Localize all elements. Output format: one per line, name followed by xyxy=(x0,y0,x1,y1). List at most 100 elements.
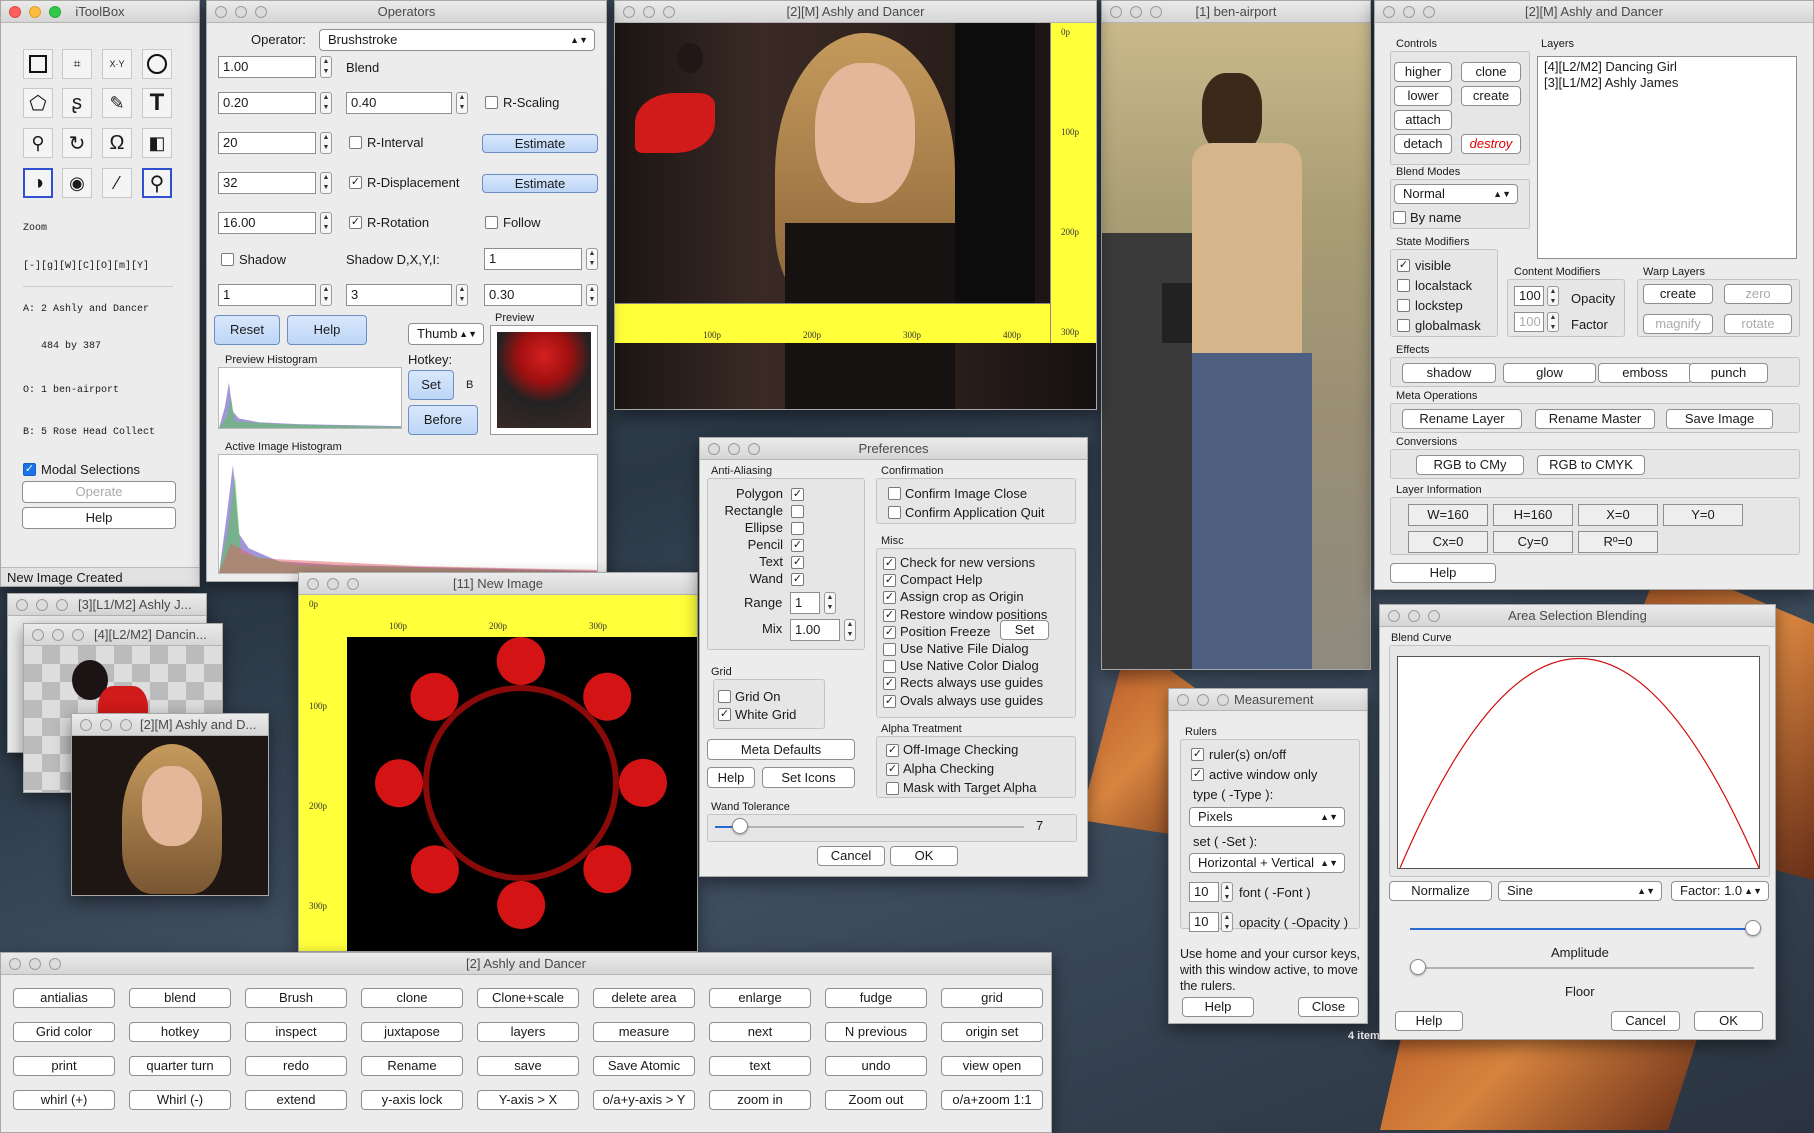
command-button[interactable]: grid xyxy=(941,988,1043,1008)
font-size-input[interactable]: 10 xyxy=(1189,882,1219,902)
command-button[interactable]: view open xyxy=(941,1056,1043,1076)
normalize-button[interactable]: Normalize xyxy=(1389,881,1492,901)
rose-canvas[interactable] xyxy=(347,637,697,951)
vertical-ruler[interactable] xyxy=(1050,23,1096,343)
ashly-main-window[interactable]: [2][M] Ashly and Dancer 100p 200p 300p 4… xyxy=(614,0,1097,410)
aa-rectangle-checkbox[interactable] xyxy=(791,505,804,518)
zoom-dot[interactable] xyxy=(49,6,61,18)
emboss-effect-button[interactable]: emboss xyxy=(1598,363,1692,383)
area-selection-blending-window[interactable]: Area Selection Blending Blend Curve Norm… xyxy=(1379,604,1776,1040)
shadow-x-input[interactable]: 3 xyxy=(346,284,452,306)
minimize-dot[interactable] xyxy=(728,443,740,455)
command-button[interactable]: extend xyxy=(245,1090,347,1110)
command-button[interactable]: fudge xyxy=(825,988,927,1008)
layer-item[interactable]: [4][L2/M2] Dancing Girl xyxy=(1538,59,1796,75)
detach-button[interactable]: detach xyxy=(1394,134,1452,154)
opacity-input[interactable]: 100 xyxy=(1514,286,1544,306)
close-dot[interactable] xyxy=(16,599,28,611)
shadow-d-stepper[interactable]: ▲ ▼ xyxy=(320,284,332,306)
r-displacement-checkbox[interactable]: ✓ xyxy=(349,176,362,189)
titlebar[interactable]: [2][M] Ashly and Dancer xyxy=(615,1,1096,23)
command-button[interactable]: clone xyxy=(361,988,463,1008)
eyedropper-icon[interactable]: ⁄ xyxy=(102,168,132,198)
shadow-y-stepper[interactable]: ▲ ▼ xyxy=(586,284,598,306)
shadow-x-stepper[interactable]: ▲ ▼ xyxy=(456,284,468,306)
displacement-stepper[interactable]: ▲ ▼ xyxy=(320,172,332,194)
misc-checkbox[interactable]: ✓ xyxy=(883,608,896,622)
command-button[interactable]: save xyxy=(477,1056,579,1076)
minimize-dot[interactable] xyxy=(1408,610,1420,622)
rulers-onoff-checkbox[interactable]: ✓ xyxy=(1191,748,1204,761)
titlebar[interactable]: Preferences xyxy=(700,438,1087,460)
asb-ok-button[interactable]: OK xyxy=(1694,1011,1763,1031)
measurement-close-button[interactable]: Close xyxy=(1298,997,1359,1017)
r-min-input[interactable]: 0.20 xyxy=(218,92,316,114)
command-button[interactable]: quarter turn xyxy=(129,1056,231,1076)
misc-checkbox[interactable]: ✓ xyxy=(883,694,896,708)
preview-thumbnail[interactable] xyxy=(490,325,598,435)
lower-button[interactable]: lower xyxy=(1394,86,1452,106)
zoom-dot[interactable] xyxy=(1423,6,1435,18)
ashly-photo[interactable] xyxy=(615,23,1096,409)
airport-photo[interactable] xyxy=(1102,23,1370,669)
lasso-icon[interactable]: ʂ xyxy=(62,88,92,118)
rect-select-icon[interactable] xyxy=(23,49,53,79)
position-freeze-set-button[interactable]: Set xyxy=(1000,620,1049,640)
close-dot[interactable] xyxy=(1388,610,1400,622)
displacement-input[interactable]: 32 xyxy=(218,172,316,194)
command-button[interactable]: next xyxy=(709,1022,811,1042)
misc-checkbox[interactable]: ✓ xyxy=(883,677,896,691)
misc-checkbox[interactable]: ✓ xyxy=(883,625,896,639)
alpha-checkbox[interactable]: ✓ xyxy=(886,763,899,776)
punch-effect-button[interactable]: punch xyxy=(1689,363,1768,383)
operate-button[interactable]: Operate xyxy=(22,481,176,503)
type-select[interactable]: Pixels ▲▼ xyxy=(1189,807,1345,827)
command-button[interactable]: Save Atomic xyxy=(593,1056,695,1076)
meta-defaults-button[interactable]: Meta Defaults xyxy=(707,739,855,760)
aa-wand-checkbox[interactable]: ✓ xyxy=(791,573,804,586)
range-input[interactable]: 1 xyxy=(790,592,820,614)
command-button[interactable]: o/a+y-axis > Y xyxy=(593,1090,695,1110)
grid-on-checkbox[interactable] xyxy=(718,690,731,703)
command-button[interactable]: Grid color xyxy=(13,1022,115,1042)
zoom-dot[interactable] xyxy=(663,6,675,18)
minimize-dot[interactable] xyxy=(1197,694,1209,706)
floor-slider-knob[interactable] xyxy=(1410,959,1426,975)
shadow-d-input[interactable]: 1 xyxy=(218,284,316,306)
zoom-dot[interactable] xyxy=(72,629,84,641)
lockstep-checkbox[interactable] xyxy=(1397,299,1410,312)
command-button[interactable]: o/a+zoom 1:1 xyxy=(941,1090,1043,1110)
titlebar[interactable]: [1] ben-airport xyxy=(1102,1,1370,23)
rename-layer-button[interactable]: Rename Layer xyxy=(1402,409,1522,429)
crop-icon[interactable]: ⌗ xyxy=(62,49,92,79)
layers-help-button[interactable]: Help xyxy=(1390,563,1496,583)
command-button[interactable]: redo xyxy=(245,1056,347,1076)
aa-ellipse-checkbox[interactable] xyxy=(791,522,804,535)
before-button[interactable]: Before xyxy=(408,405,478,435)
rgb-to-cmy-button[interactable]: RGB to CMy xyxy=(1416,455,1524,475)
command-button[interactable]: Brush xyxy=(245,988,347,1008)
font-size-stepper[interactable]: ▲ ▼ xyxy=(1221,882,1233,902)
toolbox-window[interactable]: iToolBox ⌗ X·Y ⬠ ʂ ✎ T ⚲ ↻ Ω ◧ ◑ ◉ ⁄ ⚲ Z… xyxy=(0,0,200,587)
shadow-y-input[interactable]: 0.30 xyxy=(484,284,582,306)
close-dot[interactable] xyxy=(708,443,720,455)
rename-master-button[interactable]: Rename Master xyxy=(1535,409,1655,429)
misc-checkbox[interactable] xyxy=(883,660,896,674)
minimize-dot[interactable] xyxy=(29,958,41,970)
misc-checkbox[interactable] xyxy=(883,643,896,656)
curve-function-select[interactable]: Sine ▲▼ xyxy=(1498,881,1662,901)
r-max-input[interactable]: 0.40 xyxy=(346,92,452,114)
mix-input[interactable]: 1.00 xyxy=(790,619,840,641)
wand-icon[interactable]: ⚲ xyxy=(23,128,53,158)
gradient-icon[interactable]: ◧ xyxy=(142,128,172,158)
titlebar[interactable]: [2] Ashly and Dancer xyxy=(1,953,1051,975)
close-dot[interactable] xyxy=(1383,6,1395,18)
command-button[interactable]: enlarge xyxy=(709,988,811,1008)
save-image-button[interactable]: Save Image xyxy=(1666,409,1773,429)
layers-window[interactable]: [2][M] Ashly and Dancer Controls higher … xyxy=(1374,0,1814,590)
alpha-checkbox[interactable]: ✓ xyxy=(886,744,899,757)
eye-icon[interactable]: ◉ xyxy=(62,168,92,198)
zoom-dot[interactable] xyxy=(1428,610,1440,622)
titlebar[interactable]: iToolBox xyxy=(1,1,199,23)
modal-selections-checkbox[interactable]: ✓ xyxy=(23,463,36,476)
